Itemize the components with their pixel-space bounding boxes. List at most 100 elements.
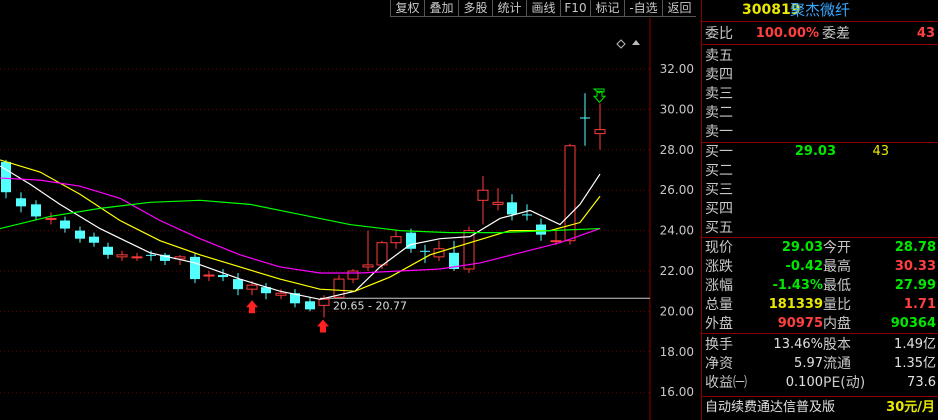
- diamond-icon: [616, 39, 626, 49]
- toolbar-button-0[interactable]: 复权: [390, 0, 424, 17]
- wei-cha-label: 委差: [822, 26, 850, 42]
- sell-row: 卖二: [702, 103, 938, 123]
- price-tick-label: 24.00: [660, 224, 694, 238]
- buy-label: 买一: [705, 144, 733, 160]
- stat-value: 1.71: [903, 297, 936, 312]
- stat-label: 外盘: [705, 316, 733, 332]
- buy-row: 买三: [702, 180, 938, 200]
- stat-value: 30.33: [894, 259, 936, 274]
- candle-body: [190, 256, 200, 280]
- sell-row: 卖五: [702, 46, 938, 66]
- stat-label: 总量: [705, 297, 733, 313]
- kline-chart-svg[interactable]: 32.00 30.00 28.00 26.00 24.00 22.00 20.00 18.00…: [0, 18, 700, 420]
- candle-body: [580, 117, 590, 119]
- candle-body: [1, 161, 11, 193]
- candle-body: [550, 240, 562, 243]
- candle-body: [347, 270, 359, 280]
- stat-row: 换手 13.46% 股本 1.49亿: [702, 335, 938, 355]
- stat-value: 73.6: [907, 375, 936, 390]
- buy-volume: 43: [872, 144, 889, 159]
- stock-name: 聚杰微纤: [790, 1, 851, 19]
- toolbar-button-7[interactable]: -自选: [624, 0, 662, 17]
- stat-value: -1.43%: [772, 278, 824, 293]
- stat-row: 收益㈠ 0.100 PE(动) 73.6: [702, 373, 938, 393]
- buy-row: 买一 29.03 43: [702, 142, 938, 162]
- buy-price: 29.03: [794, 144, 836, 159]
- sell-row: 卖三: [702, 84, 938, 104]
- stat-label: 换手: [705, 337, 733, 353]
- buy-signal-arrow: [317, 319, 329, 333]
- ma10-line: [0, 159, 601, 292]
- triangle-icon: [632, 40, 640, 45]
- ad-text[interactable]: 自动续费通达信普及版: [705, 398, 835, 418]
- buy-row: 买二: [702, 161, 938, 181]
- stat-value: 13.46%: [773, 337, 823, 352]
- stat-label: 收益㈠: [705, 375, 747, 391]
- buy-row: 买五: [702, 218, 938, 238]
- candle-body: [477, 189, 489, 201]
- stat-label: 最低: [823, 278, 851, 294]
- stat-value: 90364: [890, 316, 936, 331]
- candle-body: [131, 256, 143, 259]
- stat-label: 今开: [823, 240, 851, 256]
- sell-label: 卖二: [705, 105, 733, 121]
- stat-label: 最高: [823, 259, 851, 275]
- sell-label: 卖四: [705, 67, 733, 83]
- stat-value: 5.97: [794, 356, 823, 371]
- buy-row: 买四: [702, 199, 938, 219]
- stat-row: 总量 181339 量比 1.71: [702, 295, 938, 315]
- candle-body: [233, 279, 243, 290]
- stat-value: 1.49亿: [894, 337, 936, 352]
- sell-label: 卖三: [705, 86, 733, 102]
- candle-body: [536, 224, 546, 235]
- candle-body: [116, 254, 128, 258]
- price-tick-label: 30.00: [660, 102, 694, 116]
- price-tick-label: 22.00: [660, 264, 694, 278]
- stat-row: 涨幅 -1.43% 最低 27.99: [702, 276, 938, 296]
- stock-header: 300819 聚杰微纤: [702, 0, 938, 20]
- candle-body: [218, 275, 228, 278]
- buy-label: 买三: [705, 182, 733, 198]
- toolbar-button-6[interactable]: 标记: [590, 0, 624, 17]
- stat-label: 流通: [823, 356, 851, 372]
- toolbar-button-8[interactable]: 返回: [662, 0, 696, 17]
- wei-bi-value: 100.00%: [755, 26, 819, 41]
- candle-body: [376, 242, 388, 266]
- sell-label: 卖一: [705, 124, 733, 140]
- kline-chart[interactable]: 32.00 30.00 28.00 26.00 24.00 22.00 20.00 18.00…: [0, 18, 700, 420]
- stat-row: 净资 5.97 流通 1.35亿: [702, 354, 938, 374]
- stat-label: 涨幅: [705, 278, 733, 294]
- wei-bi-row: 委比 100.00% 委差 43: [702, 24, 938, 44]
- price-tick-label: 32.00: [660, 62, 694, 76]
- candle-body: [60, 220, 70, 229]
- ad-footer[interactable]: 自动续费通达信普及版 30元/月: [702, 398, 938, 418]
- candle-body: [362, 264, 374, 268]
- candle-body: [45, 217, 57, 220]
- ad-price[interactable]: 30元/月: [886, 398, 935, 418]
- sell-label: 卖五: [705, 48, 733, 64]
- candle-body: [246, 284, 258, 290]
- stat-value: 29.03: [781, 240, 823, 255]
- quote-panel: 300819 聚杰微纤 委比 100.00% 委差 43 卖五 卖四 卖三 卖二 卖一 …: [701, 0, 938, 420]
- toolbar-button-4[interactable]: 画线: [526, 0, 560, 17]
- candle-body: [203, 274, 215, 277]
- toolbar-button-3[interactable]: 统计: [492, 0, 526, 17]
- buy-label: 买二: [705, 163, 733, 179]
- candle-body: [492, 201, 504, 205]
- stat-label: 净资: [705, 356, 733, 372]
- stat-label: PE(动): [823, 375, 866, 391]
- candle-body: [318, 298, 330, 306]
- stat-value: 0.100: [785, 375, 823, 390]
- candle-body: [522, 214, 532, 216]
- wei-cha-value: 43: [916, 26, 935, 41]
- price-tick-label: 26.00: [660, 183, 694, 197]
- sell-row: 卖四: [702, 65, 938, 85]
- toolbar-button-5[interactable]: F10: [560, 0, 590, 17]
- price-tick-label: 20.00: [660, 304, 694, 318]
- toolbar-button-1[interactable]: 叠加: [424, 0, 458, 17]
- stat-value: 1.35亿: [894, 356, 936, 371]
- stat-label: 涨跌: [705, 259, 733, 275]
- stat-row: 外盘 90975 内盘 90364: [702, 314, 938, 334]
- toolbar-button-2[interactable]: 多股: [458, 0, 492, 17]
- candle-body: [103, 246, 113, 255]
